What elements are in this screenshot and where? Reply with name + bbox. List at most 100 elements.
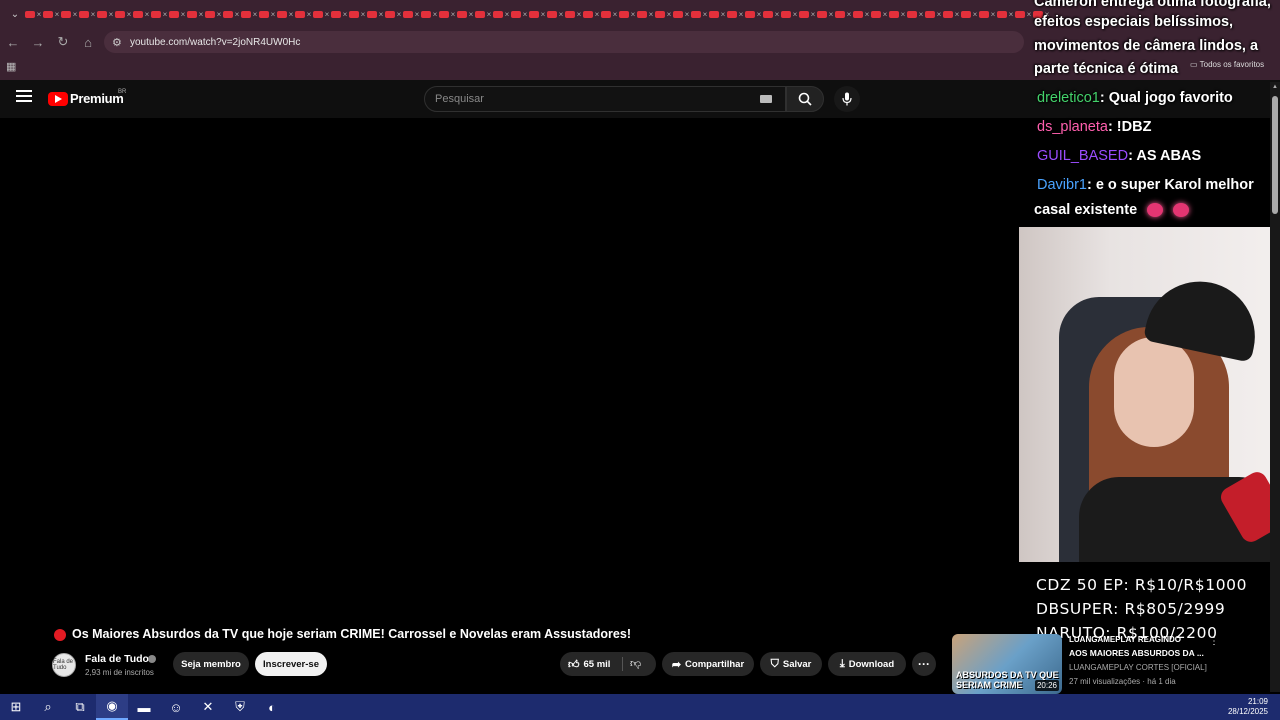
close-tab-icon[interactable]: ×	[937, 10, 942, 19]
browser-tab[interactable]: ×	[150, 7, 168, 21]
close-tab-icon[interactable]: ×	[757, 10, 762, 19]
close-tab-icon[interactable]: ×	[415, 10, 420, 19]
close-tab-icon[interactable]: ×	[289, 10, 294, 19]
browser-tab[interactable]: ×	[24, 7, 42, 21]
close-tab-icon[interactable]: ×	[739, 10, 744, 19]
browser-tab[interactable]: ×	[402, 7, 420, 21]
close-tab-icon[interactable]: ×	[37, 10, 42, 19]
task-view-icon[interactable]: ⧉	[64, 694, 96, 720]
save-button[interactable]: ⛉ Salvar	[760, 652, 822, 676]
browser-tab[interactable]: ×	[420, 7, 438, 21]
recommended-video-thumbnail[interactable]: ABSURDOS DA TV QUE SERIAM CRIME 20:26	[952, 634, 1062, 694]
browser-tab[interactable]: ×	[762, 7, 780, 21]
close-tab-icon[interactable]: ×	[793, 10, 798, 19]
close-tab-icon[interactable]: ×	[469, 10, 474, 19]
browser-tab[interactable]: ×	[456, 7, 474, 21]
recommended-video-title-line1[interactable]: LUANGAMEPLAY REAGINDO	[1069, 635, 1181, 644]
more-actions-button[interactable]: ···	[912, 652, 936, 676]
close-tab-icon[interactable]: ×	[127, 10, 132, 19]
video-player[interactable]	[0, 118, 1020, 620]
browser-tab[interactable]: ×	[636, 7, 654, 21]
browser-tab[interactable]: ×	[366, 7, 384, 21]
search-button[interactable]	[786, 86, 824, 112]
close-tab-icon[interactable]: ×	[325, 10, 330, 19]
close-tab-icon[interactable]: ×	[487, 10, 492, 19]
browser-tab[interactable]: ×	[654, 7, 672, 21]
address-bar[interactable]: ⚙ youtube.com/watch?v=2joNR4UW0Hc	[104, 31, 1024, 53]
browser-tab[interactable]: ×	[582, 7, 600, 21]
close-tab-icon[interactable]: ×	[865, 10, 870, 19]
browser-tab[interactable]: ×	[996, 7, 1014, 21]
close-tab-icon[interactable]: ×	[109, 10, 114, 19]
close-tab-icon[interactable]: ×	[379, 10, 384, 19]
close-tab-icon[interactable]: ×	[181, 10, 186, 19]
taskbar-clock[interactable]: 21:09 28/12/2025	[1228, 697, 1268, 717]
close-tab-icon[interactable]: ×	[811, 10, 816, 19]
close-tab-icon[interactable]: ×	[235, 10, 240, 19]
close-tab-icon[interactable]: ×	[433, 10, 438, 19]
site-info-icon[interactable]: ⚙	[112, 36, 128, 49]
browser-tab[interactable]: ×	[834, 7, 852, 21]
browser-tab[interactable]: ×	[510, 7, 528, 21]
browser-tab[interactable]: ×	[906, 7, 924, 21]
close-tab-icon[interactable]: ×	[253, 10, 258, 19]
browser-tab[interactable]: ×	[384, 7, 402, 21]
close-tab-icon[interactable]: ×	[199, 10, 204, 19]
all-bookmarks-folder[interactable]: ▭ Todos os favoritos	[1190, 60, 1264, 69]
browser-tab[interactable]: ×	[276, 7, 294, 21]
subscribe-button[interactable]: Inscrever-se	[255, 652, 327, 676]
tab-search-dropdown-icon[interactable]: ⌄	[6, 5, 24, 23]
close-tab-icon[interactable]: ×	[775, 10, 780, 19]
browser-tab[interactable]: ×	[852, 7, 870, 21]
close-tab-icon[interactable]: ×	[919, 10, 924, 19]
browser-tab[interactable]: ×	[798, 7, 816, 21]
close-tab-icon[interactable]: ×	[703, 10, 708, 19]
browser-tab[interactable]: ×	[96, 7, 114, 21]
browser-tab[interactable]: ×	[60, 7, 78, 21]
windows-start-icon[interactable]: ⊞	[0, 694, 32, 720]
browser-tab[interactable]: ×	[780, 7, 798, 21]
browser-tab[interactable]: ×	[924, 7, 942, 21]
forward-icon[interactable]: →	[26, 30, 50, 54]
browser-tab[interactable]: ×	[348, 7, 366, 21]
close-tab-icon[interactable]: ×	[595, 10, 600, 19]
scroll-up-icon[interactable]: ▲	[1271, 84, 1279, 92]
like-button[interactable]: 👍︎ 65 mil	[560, 652, 656, 676]
search-icon[interactable]: ⌕	[32, 694, 64, 720]
app-icon[interactable]: ◐	[256, 694, 288, 720]
youtube-premium-label[interactable]: Premium	[70, 91, 124, 106]
browser-tab[interactable]: ×	[744, 7, 762, 21]
browser-tab[interactable]: ×	[258, 7, 276, 21]
browser-tab[interactable]: ×	[942, 7, 960, 21]
apps-grid-icon[interactable]: ▦	[6, 60, 20, 74]
voice-search-button[interactable]	[834, 86, 860, 112]
browser-tab[interactable]: ×	[132, 7, 150, 21]
close-tab-icon[interactable]: ×	[1009, 10, 1014, 19]
browser-tab[interactable]: ×	[168, 7, 186, 21]
browser-tab[interactable]: ×	[726, 7, 744, 21]
xbox-icon[interactable]: ✕	[192, 694, 224, 720]
close-tab-icon[interactable]: ×	[397, 10, 402, 19]
browser-tab[interactable]: ×	[978, 7, 996, 21]
close-tab-icon[interactable]: ×	[307, 10, 312, 19]
chrome-icon[interactable]: ◉	[96, 694, 128, 720]
close-tab-icon[interactable]: ×	[721, 10, 726, 19]
close-tab-icon[interactable]: ×	[685, 10, 690, 19]
browser-tab[interactable]: ×	[672, 7, 690, 21]
browser-tab[interactable]: ×	[600, 7, 618, 21]
browser-tab[interactable]: ×	[546, 7, 564, 21]
close-tab-icon[interactable]: ×	[973, 10, 978, 19]
browser-tab[interactable]: ×	[618, 7, 636, 21]
browser-tab[interactable]: ×	[960, 7, 978, 21]
close-tab-icon[interactable]: ×	[883, 10, 888, 19]
browser-tab[interactable]: ×	[438, 7, 456, 21]
close-tab-icon[interactable]: ×	[991, 10, 996, 19]
share-button[interactable]: ➦ Compartilhar	[662, 652, 754, 676]
more-options-icon[interactable]: ⋮	[1209, 636, 1219, 647]
browser-tab[interactable]: ×	[888, 7, 906, 21]
close-tab-icon[interactable]: ×	[955, 10, 960, 19]
close-tab-icon[interactable]: ×	[55, 10, 60, 19]
browser-tab[interactable]: ×	[240, 7, 258, 21]
browser-tab[interactable]: ×	[114, 7, 132, 21]
hamburger-menu-icon[interactable]	[16, 90, 32, 102]
